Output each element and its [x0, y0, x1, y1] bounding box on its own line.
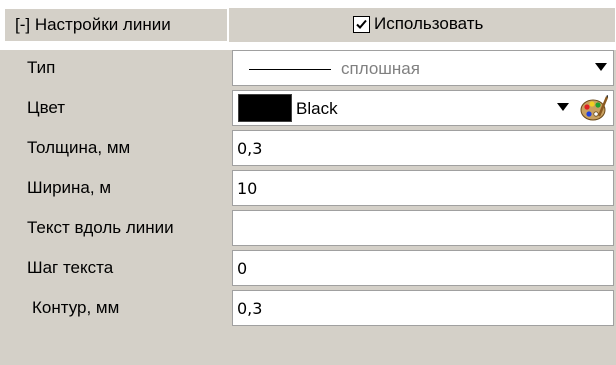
property-row-width: Ширина, м 10 [0, 170, 616, 208]
text-step-value: 0 [237, 259, 248, 278]
property-label: Тип [27, 58, 56, 77]
color-select[interactable]: Black [232, 90, 614, 126]
property-label: Текст вдоль линии [27, 218, 174, 237]
property-label-cell: Ширина, м [18, 170, 230, 206]
outline-value: 0,3 [237, 299, 263, 318]
line-type-value: сплошная [341, 59, 420, 78]
section-header: [-] Настройки линии Использовать [0, 0, 616, 50]
property-label: Толщина, мм [27, 138, 131, 157]
use-checkbox-label: Использовать [374, 14, 484, 33]
property-row-text-along-line: Текст вдоль линии [0, 210, 616, 248]
text-along-line-field[interactable] [232, 210, 614, 246]
property-label: Ширина, м [27, 178, 112, 197]
property-row-type: Тип сплошная [0, 50, 616, 88]
outline-field[interactable]: 0,3 [232, 290, 614, 326]
color-swatch [238, 94, 292, 122]
property-label-cell: Тип [18, 50, 230, 86]
chevron-down-icon[interactable] [595, 63, 607, 71]
width-field[interactable]: 10 [232, 170, 614, 206]
property-label-cell: Контур, мм [18, 290, 230, 326]
palette-icon[interactable] [579, 94, 609, 122]
color-value: Black [296, 99, 338, 118]
line-settings-panel: [-] Настройки линии Использовать Тип спл… [0, 0, 616, 365]
property-row-color: Цвет Black [0, 90, 616, 128]
width-value: 10 [237, 179, 258, 198]
property-grid: Тип сплошная Цвет Black Толщина, мм 0,3 … [0, 50, 616, 365]
section-toggle[interactable]: [-] Настройки линии [15, 15, 171, 35]
text-step-field[interactable]: 0 [232, 250, 614, 286]
thickness-value: 0,3 [237, 139, 263, 158]
property-label-cell: Текст вдоль линии [18, 210, 230, 246]
chevron-down-icon[interactable] [557, 103, 569, 111]
property-row-outline: Контур, мм 0,3 [0, 290, 616, 328]
checkmark-icon[interactable] [353, 15, 370, 33]
property-row-thickness: Толщина, мм 0,3 [0, 130, 616, 168]
line-type-select[interactable]: сплошная [232, 50, 614, 86]
use-checkbox[interactable]: Использовать [353, 14, 483, 34]
property-label: Контур, мм [32, 298, 120, 317]
header-title-cell: [-] Настройки линии [4, 8, 228, 42]
thickness-field[interactable]: 0,3 [232, 130, 614, 166]
line-sample [249, 69, 331, 70]
property-label-cell: Шаг текста [18, 250, 230, 286]
property-row-text-step: Шаг текста 0 [0, 250, 616, 288]
header-use-cell: Использовать [229, 8, 615, 42]
property-label-cell: Цвет [18, 90, 230, 126]
property-label-cell: Толщина, мм [18, 130, 230, 166]
property-label: Цвет [27, 98, 66, 117]
property-label: Шаг текста [27, 258, 114, 277]
